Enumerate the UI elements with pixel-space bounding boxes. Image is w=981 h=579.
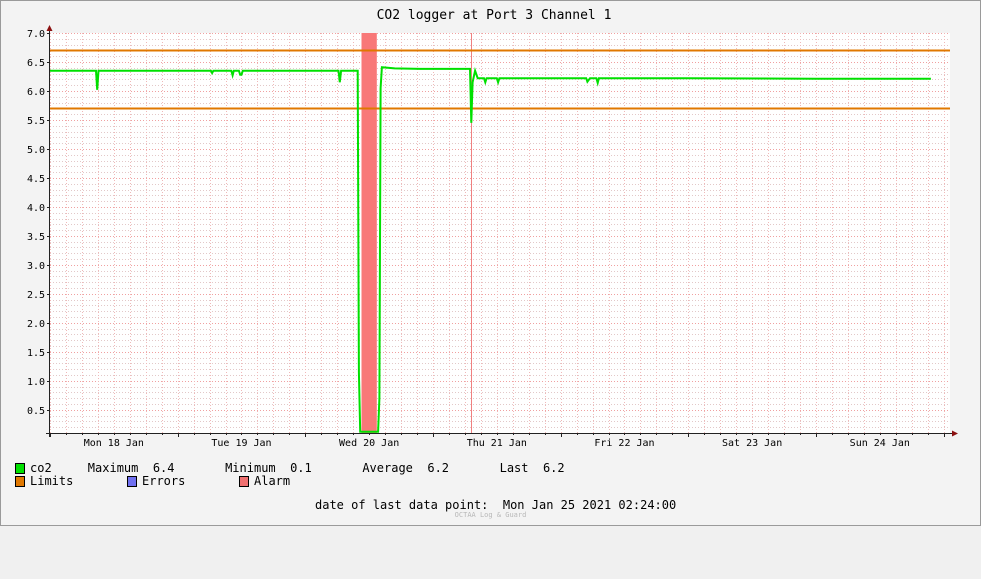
x-tick-label: Sun 24 Jan (850, 438, 910, 449)
alarm-band (361, 33, 377, 433)
co2-swatch (15, 463, 25, 474)
legend-row-flags: Limits Errors Alarm (15, 475, 290, 488)
chart-title: CO2 logger at Port 3 Channel 1 (377, 8, 612, 23)
alarm-swatch (239, 476, 249, 487)
y-tick-label: 4.0 (27, 203, 45, 214)
y-tick-label: 6.0 (27, 87, 45, 98)
y-tick-label: 1.0 (27, 377, 45, 388)
y-tick-label: 5.0 (27, 145, 45, 156)
errors-swatch (127, 476, 137, 487)
y-tick-label: 0.5 (27, 406, 45, 417)
y-tick-label: 6.5 (27, 58, 45, 69)
y-tick-label: 7.0 (27, 29, 45, 40)
x-tick-label: Thu 21 Jan (467, 438, 527, 449)
footer-credit: OCTAA Log & Guard (454, 511, 527, 519)
y-tick-label: 4.5 (27, 174, 45, 185)
x-tick-label: Wed 20 Jan (339, 438, 399, 449)
x-tick-label: Tue 19 Jan (211, 438, 271, 449)
x-axis-arrow (952, 430, 958, 437)
y-tick-label: 2.5 (27, 290, 45, 301)
y-tick-label: 1.5 (27, 348, 45, 359)
y-tick-label: 3.0 (27, 261, 45, 272)
last-data-point: date of last data point: Mon Jan 25 2021… (315, 498, 677, 512)
alarm-region (361, 33, 377, 433)
y-tick-label: 2.0 (27, 319, 45, 330)
x-tick-labels: Mon 18 Jan Tue 19 Jan Wed 20 Jan Thu 21 Jan… (50, 433, 945, 449)
y-axis-arrow (46, 25, 53, 31)
alarm-label: Alarm (254, 474, 291, 488)
chart-canvas: CO2 logger at Port 3 Channel 1 0.5 1.0 1.5… (27, 8, 958, 449)
x-tick-label: Mon 18 Jan (84, 438, 144, 449)
limits-swatch (15, 476, 25, 487)
co2-stats-label: co2 Maximum 6.4 Minimum 0.1 Average 6.2 … (30, 461, 565, 475)
legend: co2 Maximum 6.4 Minimum 0.1 Average 6.2 … (15, 462, 565, 488)
x-tick-label: Sat 23 Jan (722, 438, 782, 449)
plot-area (50, 33, 950, 433)
y-tick-label: 5.5 (27, 116, 45, 127)
y-tick-labels: 0.5 1.0 1.5 2.0 2.5 3.0 3.5 4.0 4.5 5.0 5.5 6.0 6.5 7… (27, 29, 50, 417)
y-tick-label: 3.5 (27, 232, 45, 243)
x-tick-label: Fri 22 Jan (594, 438, 654, 449)
limits-label: Limits (30, 474, 74, 488)
errors-label: Errors (142, 474, 186, 488)
